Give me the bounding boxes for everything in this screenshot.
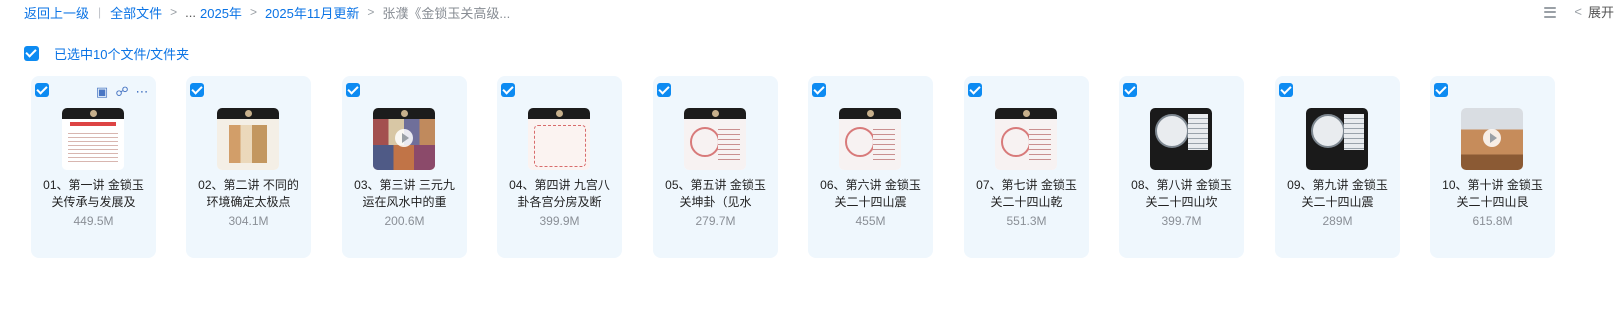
back-link[interactable]: 返回上一级 [24, 3, 89, 22]
file-card[interactable]: 08、第八讲 金锁玉关二十四山坎 399.7M [1119, 76, 1244, 258]
file-size: 449.5M [73, 214, 114, 228]
list-view-icon[interactable] [1544, 6, 1557, 18]
play-icon [395, 129, 413, 147]
video-thumbnail [62, 108, 124, 170]
selection-count: 已选中10个文件/文件夹 [54, 47, 190, 62]
file-size: 304.1M [228, 214, 269, 228]
file-checkbox[interactable] [190, 83, 204, 97]
video-thumbnail [839, 108, 901, 170]
file-checkbox[interactable] [1279, 83, 1293, 97]
file-size: 399.9M [539, 214, 580, 228]
selection-bar: 已选中10个文件/文件夹 [24, 44, 189, 63]
file-name: 04、第四讲 九宫八卦各宫分房及断 [509, 178, 610, 209]
file-name: 06、第六讲 金锁玉关二十四山震 [820, 178, 921, 209]
file-size: 289M [1322, 214, 1353, 228]
chevron-right-icon: > [367, 5, 375, 19]
file-name: 05、第五讲 金锁玉关坤卦（见水 [665, 178, 766, 209]
file-card[interactable]: 10、第十讲 金锁玉关二十四山艮 615.8M [1430, 76, 1555, 258]
file-name: 07、第七讲 金锁玉关二十四山乾 [976, 178, 1077, 209]
file-name: 01、第一讲 金锁玉关传承与发展及 [43, 178, 144, 209]
file-size: 399.7M [1161, 214, 1202, 228]
video-thumbnail [373, 108, 435, 170]
file-size: 279.7M [695, 214, 736, 228]
file-card[interactable]: 02、第二讲 不同的环境确定太极点 304.1M [186, 76, 311, 258]
file-card[interactable]: 07、第七讲 金锁玉关二十四山乾 551.3M [964, 76, 1089, 258]
file-checkbox[interactable] [1123, 83, 1137, 97]
video-thumbnail [1461, 108, 1523, 170]
file-size: 615.8M [1472, 214, 1513, 228]
file-card[interactable]: ▣ ☍ ⋯ 01、第一讲 金锁玉关传承与发展及 449.5M [31, 76, 156, 258]
file-checkbox[interactable] [812, 83, 826, 97]
video-thumbnail [1306, 108, 1368, 170]
file-card[interactable]: 06、第六讲 金锁玉关二十四山震 455M [808, 76, 933, 258]
video-thumbnail [684, 108, 746, 170]
file-card[interactable]: 09、第九讲 金锁玉关二十四山震 289M [1275, 76, 1400, 258]
file-name: 03、第三讲 三元九运在风水中的重 [354, 178, 455, 209]
file-checkbox[interactable] [35, 83, 49, 97]
breadcrumb-ellipsis[interactable]: ... [185, 5, 196, 20]
preview-icon[interactable]: ▣ [95, 85, 109, 99]
file-checkbox[interactable] [346, 83, 360, 97]
file-card[interactable]: 04、第四讲 九宫八卦各宫分房及断 399.9M [497, 76, 622, 258]
file-actions: ▣ ☍ ⋯ [95, 85, 149, 99]
more-icon[interactable]: ⋯ [135, 85, 149, 99]
file-name: 10、第十讲 金锁玉关二十四山艮 [1442, 178, 1543, 209]
file-size: 200.6M [384, 214, 425, 228]
share-icon[interactable]: ☍ [115, 85, 129, 99]
file-checkbox[interactable] [501, 83, 515, 97]
file-checkbox[interactable] [968, 83, 982, 97]
expand-button[interactable]: 展开 [1588, 2, 1614, 21]
file-card[interactable]: 05、第五讲 金锁玉关坤卦（见水 279.7M [653, 76, 778, 258]
play-icon [1483, 129, 1501, 147]
video-thumbnail [1150, 108, 1212, 170]
video-thumbnail [528, 108, 590, 170]
view-controls: < 展开 [1544, 2, 1614, 21]
chevron-right-icon: > [170, 5, 178, 19]
file-checkbox[interactable] [657, 83, 671, 97]
file-card[interactable]: 03、第三讲 三元九运在风水中的重 200.6M [342, 76, 467, 258]
breadcrumb-current: 张濮《金锁玉关高级... [382, 5, 511, 21]
file-size: 455M [855, 214, 886, 228]
breadcrumb-all-files[interactable]: 全部文件 [110, 3, 162, 22]
breadcrumb-month[interactable]: 2025年11月更新 [265, 3, 359, 22]
file-name: 02、第二讲 不同的环境确定太极点 [198, 178, 299, 209]
video-thumbnail [217, 108, 279, 170]
breadcrumb: 返回上一级 | 全部文件 > ... 2025年 > 2025年11月更新 > … [24, 3, 510, 21]
chevron-left-icon[interactable]: < [1574, 4, 1582, 19]
breadcrumb-year[interactable]: 2025年 [200, 3, 242, 22]
divider: | [98, 5, 102, 19]
video-thumbnail [995, 108, 1057, 170]
file-name: 09、第九讲 金锁玉关二十四山震 [1287, 178, 1388, 209]
select-all-checkbox[interactable] [24, 46, 39, 61]
file-checkbox[interactable] [1434, 83, 1448, 97]
file-name: 08、第八讲 金锁玉关二十四山坎 [1131, 178, 1232, 209]
chevron-right-icon: > [249, 5, 257, 19]
file-size: 551.3M [1006, 214, 1047, 228]
